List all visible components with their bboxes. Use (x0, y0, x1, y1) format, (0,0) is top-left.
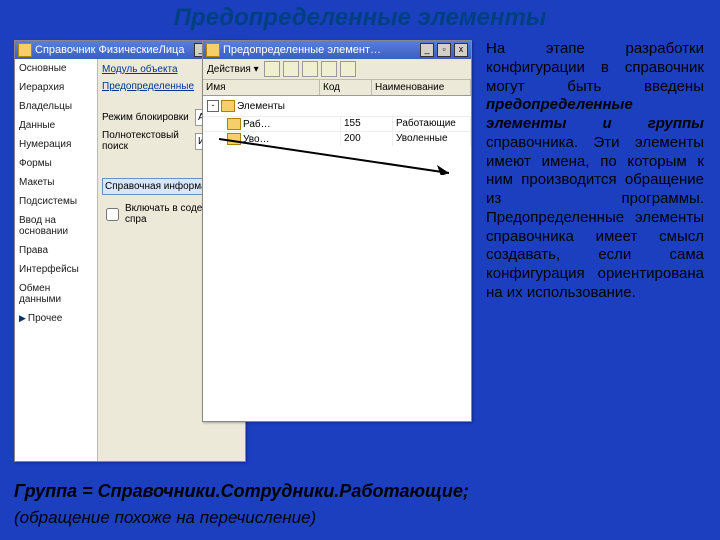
tab[interactable]: Основные (15, 59, 97, 78)
window-title: Справочник ФизическиеЛица (35, 44, 191, 56)
tab[interactable]: Макеты (15, 173, 97, 192)
tab-more[interactable]: ▶Прочее (15, 309, 97, 328)
window-predefined: Предопределенные элемент… _ ▫ x Действия… (202, 40, 472, 422)
tab[interactable]: Права (15, 241, 97, 260)
tab[interactable]: Подсистемы (15, 192, 97, 211)
add-group-icon[interactable] (283, 61, 299, 77)
explain-emphasis: предопределенные элементы и группы (486, 96, 704, 132)
grid-rows: Раб… 155 Работающие Уво… 200 Уволенные (203, 116, 471, 146)
tab[interactable]: Интерфейсы (15, 260, 97, 279)
tab[interactable]: Данные (15, 116, 97, 135)
screenshots-area: Справочник ФизическиеЛица _ ▫ x Основные… (14, 40, 472, 460)
tab[interactable]: Ввод на основании (15, 211, 97, 241)
lock-mode-label: Режим блокировки (102, 112, 192, 123)
fulltext-label: Полнотекстовый поиск (102, 130, 192, 152)
close-button[interactable]: x (454, 43, 468, 57)
book-icon (18, 43, 32, 57)
grid-header: Имя Код Наименование (203, 80, 471, 96)
tab[interactable]: Владельцы (15, 97, 97, 116)
include-checkbox[interactable] (106, 208, 119, 221)
folder-icon (227, 118, 241, 130)
table-row[interactable]: Уво… 200 Уволенные (203, 131, 471, 146)
actions-menu[interactable]: Действия ▾ (205, 64, 261, 75)
tabs-sidebar: Основные Иерархия Владельцы Данные Нумер… (15, 59, 98, 461)
col-name[interactable]: Имя (203, 80, 320, 95)
folder-icon (221, 100, 235, 112)
tab[interactable]: Обмен данными (15, 279, 97, 309)
add-item-icon[interactable] (264, 61, 280, 77)
grid: Имя Код Наименование - Элементы Раб… 155 (203, 80, 471, 421)
window-title: Предопределенные элемент… (223, 44, 417, 56)
maximize-button[interactable]: ▫ (437, 43, 451, 57)
tree-root[interactable]: - Элементы (207, 98, 467, 114)
code-line: Группа = Справочники.Сотрудники.Работающ… (14, 481, 469, 502)
edit-icon[interactable] (302, 61, 318, 77)
titlebar: Предопределенные элемент… _ ▫ x (203, 41, 471, 59)
table-row[interactable]: Раб… 155 Работающие (203, 116, 471, 131)
page-title: Предопределенные элементы (0, 0, 720, 32)
code-note: (обращение похоже на перечисление) (14, 508, 316, 528)
explanation-text: На этапе разработки конфигурации в справ… (486, 40, 704, 303)
list-icon (206, 43, 220, 57)
explain-part1: На этапе разработки конфигурации в справ… (486, 40, 704, 95)
col-descr[interactable]: Наименование (372, 80, 471, 95)
root-label: Элементы (237, 101, 285, 112)
minimize-button[interactable]: _ (420, 43, 434, 57)
toolbar: Действия ▾ (203, 59, 471, 80)
tree: - Элементы (203, 96, 471, 116)
delete-icon[interactable] (321, 61, 337, 77)
tab[interactable]: Формы (15, 154, 97, 173)
collapse-icon[interactable]: - (207, 100, 219, 112)
folder-icon (227, 133, 241, 145)
explain-part2: справочника. Эти элементы имеют имена, п… (486, 134, 704, 301)
col-code[interactable]: Код (320, 80, 372, 95)
tab[interactable]: Иерархия (15, 78, 97, 97)
move-icon[interactable] (340, 61, 356, 77)
tab[interactable]: Нумерация (15, 135, 97, 154)
